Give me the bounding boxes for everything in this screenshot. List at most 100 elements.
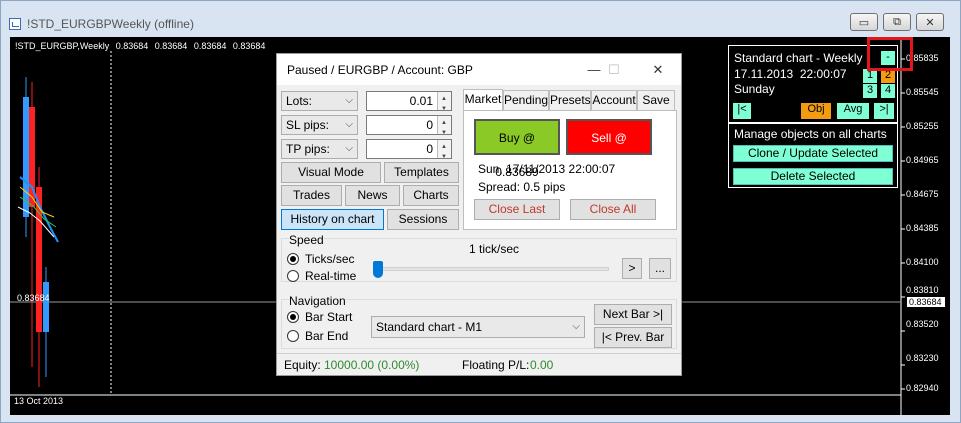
next-bar-button[interactable]: Next Bar >| [594,304,672,325]
radio-selected-icon [287,311,299,323]
trade-simulator-dialog: Paused / EURGBP / Account: GBP — ☐ ✕ Lot… [276,53,682,376]
sl-combo[interactable]: SL pips: ⌵ [281,115,358,135]
current-datetime: 17.11.2013 22:00:07 [734,67,847,81]
equity-label: Equity: [284,358,321,372]
slot-2-button[interactable]: 2 [881,69,895,83]
speed-rate: 1 tick/sec [469,242,520,256]
lots-input[interactable]: 0.01 [366,90,452,118]
close-last-button[interactable]: Close Last [474,199,560,220]
manage-objects-title: Manage objects on all charts [734,127,887,141]
news-button[interactable]: News [345,185,400,206]
ohlc-open: 0.83684 [115,41,149,51]
sl-value: 0 [426,118,433,132]
lots-combo[interactable]: Lots: ⌵ [281,91,358,111]
candle-body [23,97,29,217]
current-day: Sunday [734,82,775,96]
close-button[interactable]: ✕ [916,13,944,31]
buy-button[interactable]: Buy @ 0.83689 [474,119,560,179]
prev-bar-button[interactable]: |< Prev. Bar [594,327,672,348]
highlight-box [867,37,913,71]
sell-button[interactable]: Sell @ 0.83684 [566,119,652,179]
sl-input[interactable]: 0 [366,114,452,142]
radio-selected-icon [287,253,299,265]
slot-4-button[interactable]: 4 [881,84,895,98]
slot-3-button[interactable]: 3 [863,84,877,98]
play-button[interactable]: > [622,258,642,279]
tab-account[interactable]: Account [591,90,637,110]
tp-value: 0 [426,142,433,156]
spread-label: Spread: 0.5 pips [478,180,566,194]
speed-more-button[interactable]: ... [649,258,671,279]
window-title: !STD_EURGBPWeekly (offline) [27,17,194,31]
price-level: 0.85545 [906,87,939,97]
spinner-icon[interactable] [437,138,451,166]
price-level: 0.84385 [906,223,939,233]
go-first-button[interactable]: |< [733,103,751,119]
trades-button[interactable]: Trades [281,185,342,206]
charts-button[interactable]: Charts [403,185,459,206]
tab-save[interactable]: Save [637,90,675,110]
radio-icon [287,330,299,342]
delete-selected-button[interactable]: Delete Selected [733,168,893,185]
average-button[interactable]: Avg [837,103,869,119]
visual-mode-button[interactable]: Visual Mode [281,162,381,183]
bar-start-label: Bar Start [305,310,353,324]
current-price-tag: 0.83684 [906,296,946,308]
current-date: 17.11.2013 [734,67,794,81]
speed-slider-thumb[interactable] [373,261,383,278]
lots-label: Lots: [286,94,313,108]
price-level: 0.84100 [906,257,939,267]
tab-market[interactable]: Market [463,89,503,110]
chevron-down-icon: ⌵ [345,143,353,154]
dialog-status-bar: Equity: 10000.00 (0.00%) Floating P/L: 0… [277,353,681,375]
price-level: 0.84675 [906,189,939,199]
left-price-label: 0.83684 [17,293,50,303]
price-level: 0.83230 [906,353,939,363]
ohlc-low: 0.83684 [193,41,227,51]
candle-body [43,282,49,332]
price-level: 0.83520 [906,319,939,329]
lots-value: 0.01 [409,94,433,108]
chevron-down-icon: ⌵ [345,119,353,130]
floating-pl-value: 0.00 [530,358,554,372]
ohlc-high: 0.83684 [154,41,188,51]
dialog-maximize-button[interactable]: ☐ [601,60,627,80]
slot-1-button[interactable]: 1 [863,69,877,83]
minimize-button[interactable]: ▭ [850,13,878,31]
date-axis-label: 13 Oct 2013 [14,396,64,406]
ohlc-close: 0.83684 [232,41,266,51]
sessions-button[interactable]: Sessions [387,209,459,230]
price-level: 0.85255 [906,121,939,131]
dialog-tabs: Market Pending Presets Account Save [463,89,677,110]
realtime-radio[interactable]: Real-time [287,269,356,283]
main-window: !STD_EURGBPWeekly (offline) ▭ ⧉ ✕ !STD_E… [0,0,961,423]
price-level: 0.82940 [906,383,939,393]
tp-input[interactable]: 0 [366,138,452,166]
history-on-chart-button[interactable]: History on chart [281,209,384,230]
tab-pending[interactable]: Pending [503,90,549,110]
go-last-button[interactable]: >| [874,103,894,119]
close-all-button[interactable]: Close All [570,199,656,220]
spinner-icon[interactable] [437,90,451,118]
chevron-down-icon: ⌵ [345,95,353,106]
dialog-close-button[interactable]: ✕ [645,60,671,80]
manage-objects-panel: Manage objects on all charts Clone / Upd… [728,123,898,188]
tp-label: TP pips: [286,142,330,156]
window-title-bar: !STD_EURGBPWeekly (offline) [9,15,194,33]
tab-presets[interactable]: Presets [549,90,591,110]
current-time: 22:00:07 [799,67,847,81]
speed-slider-track[interactable] [373,267,609,271]
objects-button[interactable]: Obj [801,103,831,119]
templates-button[interactable]: Templates [384,162,459,183]
bar-end-radio[interactable]: Bar End [287,329,348,343]
clone-update-button[interactable]: Clone / Update Selected [733,145,893,162]
spinner-icon[interactable] [437,114,451,142]
restore-button[interactable]: ⧉ [883,13,911,31]
ticks-radio[interactable]: Ticks/sec [287,252,355,266]
bar-start-radio[interactable]: Bar Start [287,310,352,324]
navigation-title: Navigation [289,294,346,308]
equity-value: 10000.00 (0.00%) [324,358,420,372]
tp-combo[interactable]: TP pips: ⌵ [281,139,358,159]
bar-end-label: Bar End [305,329,349,343]
chart-select[interactable]: Standard chart - M1 ⌵ [371,316,585,338]
